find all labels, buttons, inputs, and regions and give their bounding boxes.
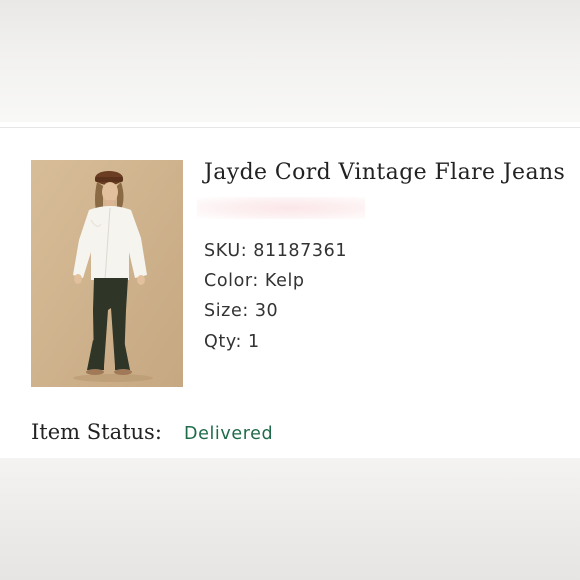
- size-value: 30: [254, 301, 279, 321]
- sku-value: 81187361: [253, 241, 348, 261]
- sku-label: SKU:: [204, 241, 248, 261]
- redacted-price: [197, 197, 365, 219]
- product-photo-illustration: [31, 160, 183, 387]
- product-name[interactable]: Jayde Cord Vintage Flare Jeans: [204, 160, 565, 185]
- product-image[interactable]: [31, 160, 183, 387]
- item-status-value: Delivered: [184, 424, 274, 444]
- item-status-label: Item Status:: [31, 420, 162, 444]
- size-label: Size:: [204, 301, 249, 321]
- size-row: Size: 30: [204, 301, 278, 321]
- qty-row: Qty: 1: [204, 332, 260, 352]
- color-value: Kelp: [264, 271, 305, 291]
- blurred-background-top: [0, 0, 580, 122]
- color-row: Color: Kelp: [204, 271, 305, 291]
- blurred-background-bottom: [0, 458, 580, 580]
- qty-value: 1: [248, 332, 260, 352]
- color-label: Color:: [204, 271, 259, 291]
- qty-label: Qty:: [204, 332, 243, 352]
- sku-row: SKU: 81187361: [204, 241, 347, 261]
